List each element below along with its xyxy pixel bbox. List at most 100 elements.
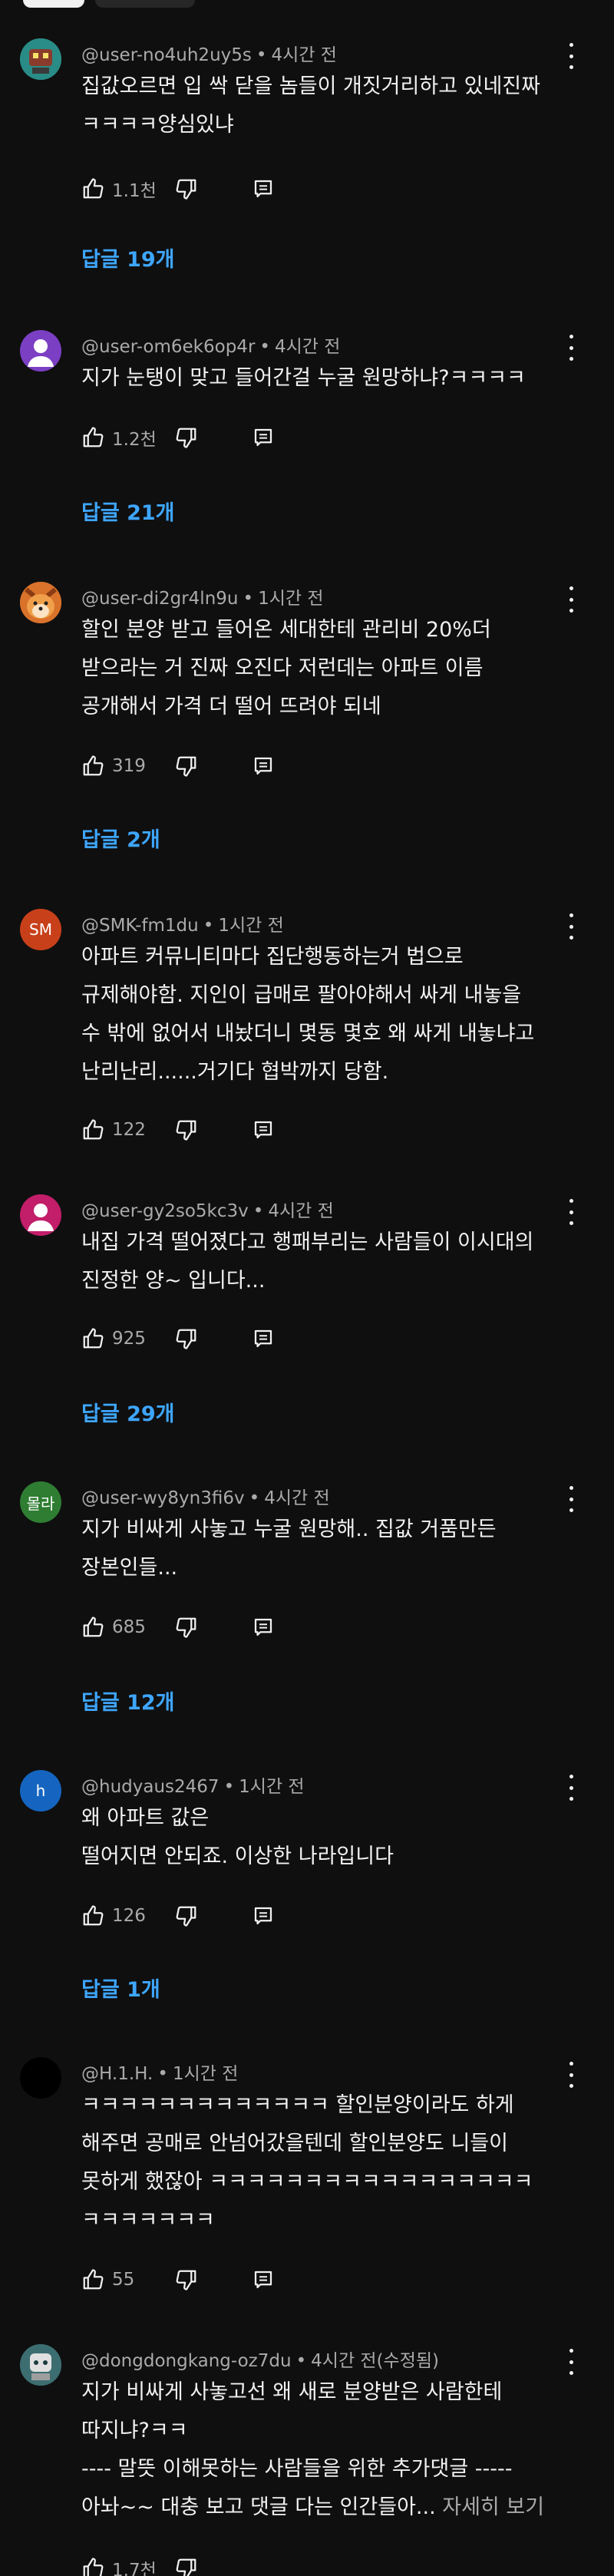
comment-meta: @SMK-fm1du • 1시간 전 bbox=[81, 910, 284, 936]
meta-separator: • bbox=[259, 337, 270, 357]
dislike-button[interactable] bbox=[175, 1118, 198, 1141]
dislike-button[interactable] bbox=[175, 426, 198, 449]
reply-button[interactable] bbox=[252, 1616, 275, 1639]
meta-separator: • bbox=[203, 916, 214, 936]
reply-button[interactable] bbox=[252, 1118, 275, 1141]
meta-separator: • bbox=[295, 2351, 307, 2371]
thumb-down-icon bbox=[176, 756, 196, 777]
like-button[interactable]: 1.1천 bbox=[81, 176, 169, 202]
avatar[interactable]: SM bbox=[20, 909, 61, 950]
more-options-icon[interactable] bbox=[562, 1775, 580, 1801]
replies-link[interactable]: 답글 29개 bbox=[81, 1397, 175, 1427]
comment-text: ㅋㅋㅋㅋㅋㅋㅋㅋㅋㅋㅋㅋㅋ 할인분양이라도 하게 해주면 공매로 안넘어갔을텐데… bbox=[81, 2093, 533, 2232]
dislike-button[interactable] bbox=[175, 2268, 198, 2291]
comment-author[interactable]: @H.1.H. bbox=[81, 2064, 153, 2084]
avatar[interactable] bbox=[20, 2344, 61, 2386]
comment-author[interactable]: @user-wy8yn3fi6v bbox=[81, 1488, 245, 1508]
avatar[interactable] bbox=[20, 1194, 61, 1236]
avatar-initials: h bbox=[35, 1782, 46, 1800]
more-options-icon[interactable] bbox=[562, 586, 580, 613]
comment-author[interactable]: @dongdongkang-oz7du bbox=[81, 2351, 292, 2371]
like-button[interactable]: 319 bbox=[81, 755, 169, 778]
comment-time: 1시간 전 bbox=[258, 589, 324, 609]
reply-comment-icon bbox=[254, 757, 272, 775]
read-more-link[interactable]: 자세히 보기 bbox=[442, 2495, 544, 2519]
thumb-down-icon bbox=[176, 1120, 196, 1141]
reply-comment-icon bbox=[254, 180, 272, 198]
like-button[interactable]: 1.2천 bbox=[81, 424, 169, 451]
more-options-icon[interactable] bbox=[562, 2349, 580, 2375]
comment-author[interactable]: @hudyaus2467 bbox=[81, 1777, 220, 1797]
replies-link[interactable]: 답글 1개 bbox=[81, 1973, 160, 2003]
more-options-icon[interactable] bbox=[562, 335, 580, 361]
dislike-button[interactable] bbox=[175, 1616, 198, 1639]
person-avatar-icon bbox=[28, 339, 54, 367]
more-options-icon[interactable] bbox=[562, 913, 580, 940]
dislike-button[interactable] bbox=[175, 1904, 198, 1927]
like-button[interactable]: 685 bbox=[81, 1616, 169, 1639]
like-button[interactable]: 55 bbox=[81, 2268, 169, 2291]
filter-chips bbox=[23, 0, 195, 8]
comment-author[interactable]: @user-di2gr4ln9u bbox=[81, 589, 238, 609]
dislike-button[interactable] bbox=[175, 177, 198, 200]
comment-author[interactable]: @user-gy2so5kc3v bbox=[81, 1201, 249, 1221]
avatar[interactable] bbox=[20, 330, 61, 372]
comment-author[interactable]: @user-no4uh2uy5s bbox=[81, 45, 252, 65]
comment-actions: 126 bbox=[81, 1901, 275, 1931]
like-button[interactable]: 126 bbox=[81, 1904, 169, 1927]
avatar[interactable]: 몰라 bbox=[20, 1481, 61, 1523]
thumb-down-icon bbox=[176, 1906, 196, 1927]
comment-actions: 55 bbox=[81, 2264, 275, 2295]
comment-time: 4시간 전 bbox=[264, 1488, 330, 1508]
like-count: 685 bbox=[112, 1617, 146, 1637]
avatar[interactable] bbox=[20, 2057, 61, 2099]
comments-page: @user-no4uh2uy5s • 4시간 전 집값오르면 입 싹 닫을 놈들이 … bbox=[0, 0, 614, 2576]
more-options-icon[interactable] bbox=[562, 2062, 580, 2088]
robot-avatar-icon bbox=[20, 38, 61, 80]
reply-comment-icon bbox=[254, 1618, 272, 1636]
reply-button[interactable] bbox=[252, 2268, 275, 2291]
avatar[interactable] bbox=[20, 38, 61, 80]
comment-meta: @user-di2gr4ln9u • 1시간 전 bbox=[81, 583, 324, 609]
comment-actions: 122 bbox=[81, 1115, 275, 1145]
reply-button[interactable] bbox=[252, 1904, 275, 1927]
comment-text: 지가 눈탱이 맞고 들어간걸 누굴 원망하냐?ㅋㅋㅋㅋ bbox=[81, 366, 526, 390]
replies-link[interactable]: 답글 19개 bbox=[81, 243, 175, 272]
filter-chip[interactable] bbox=[95, 0, 195, 8]
comment-actions: 685 bbox=[81, 1612, 275, 1643]
comment-time: 1시간 전 bbox=[218, 916, 284, 936]
more-options-icon[interactable] bbox=[562, 1486, 580, 1512]
filter-chip-selected[interactable] bbox=[23, 0, 84, 8]
comment-author[interactable]: @SMK-fm1du bbox=[81, 916, 199, 936]
comment-text: 집값오르면 입 싹 닫을 놈들이 개짓거리하고 있네진짜 ㅋㅋㅋㅋ양심있냐 bbox=[81, 74, 540, 137]
replies-link[interactable]: 답글 21개 bbox=[81, 496, 175, 526]
more-options-icon[interactable] bbox=[562, 1199, 580, 1225]
avatar[interactable] bbox=[20, 582, 61, 623]
reply-button[interactable] bbox=[252, 755, 275, 778]
like-count: 925 bbox=[112, 1329, 146, 1349]
thumb-down-icon bbox=[176, 428, 196, 448]
comment-time: 4시간 전(수정됨) bbox=[311, 2351, 440, 2371]
avatar[interactable]: h bbox=[20, 1770, 61, 1811]
dislike-button[interactable] bbox=[175, 1327, 198, 1350]
thumb-down-icon bbox=[176, 2558, 196, 2576]
thumb-down-icon bbox=[176, 2270, 196, 2290]
like-button[interactable]: 122 bbox=[81, 1118, 169, 1141]
reply-button[interactable] bbox=[252, 177, 275, 200]
like-button[interactable]: 925 bbox=[81, 1327, 169, 1350]
comment-meta: @dongdongkang-oz7du • 4시간 전(수정됨) bbox=[81, 2346, 439, 2372]
thumb-up-icon bbox=[83, 1119, 104, 1140]
replies-link[interactable]: 답글 12개 bbox=[81, 1686, 175, 1716]
comment-author[interactable]: @user-om6ek6op4r bbox=[81, 337, 255, 357]
thumb-up-icon bbox=[83, 755, 104, 776]
dislike-button[interactable] bbox=[175, 755, 198, 778]
replies-link[interactable]: 답글 2개 bbox=[81, 823, 160, 853]
like-count: 126 bbox=[112, 1906, 146, 1926]
like-count: 122 bbox=[112, 1120, 146, 1140]
reply-button[interactable] bbox=[252, 426, 275, 449]
meta-separator: • bbox=[249, 1488, 260, 1508]
more-options-icon[interactable] bbox=[562, 43, 580, 69]
like-button[interactable]: 1.7천 bbox=[81, 2555, 169, 2576]
dislike-button[interactable] bbox=[175, 2557, 198, 2576]
reply-button[interactable] bbox=[252, 1327, 275, 1350]
